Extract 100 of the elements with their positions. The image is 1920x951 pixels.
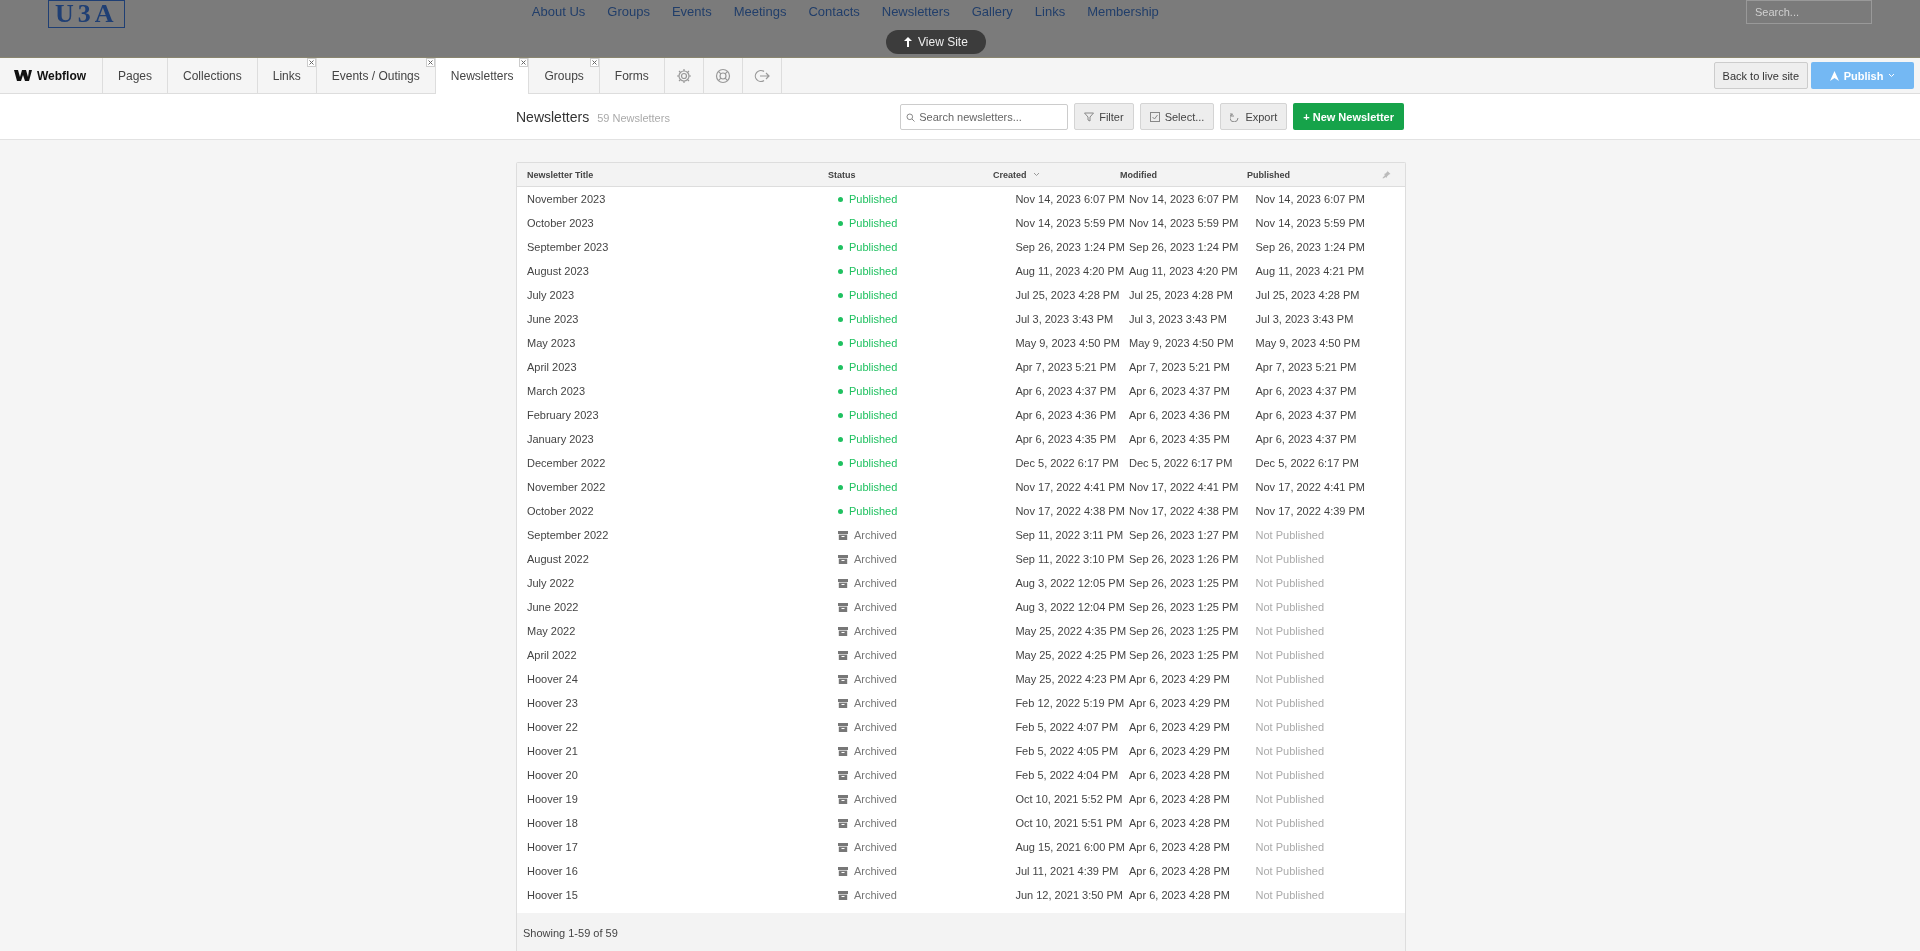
date-cell-text: Apr 6, 2023 4:37 PM: [1255, 433, 1358, 445]
back-to-live-site-button[interactable]: Back to live site: [1713, 62, 1808, 89]
table-row[interactable]: Hoover 16 Archived Jul 11, 2021 4:39 PM Apr 6, 2023 4:28 PM Not Published: [517, 859, 1405, 883]
date-cell-text: May 25, 2022 4:35 PM: [1014, 625, 1128, 637]
table-row[interactable]: May 2022 Archived May 25, 2022 4:35 PM Sep 26, 2023 1:25 PM Not Published: [517, 619, 1405, 643]
editor-tab[interactable]: Links: [257, 58, 317, 93]
search-field[interactable]: Search newsletters...: [900, 103, 1069, 130]
status-label: Published: [848, 433, 898, 445]
close-icon[interactable]: [519, 58, 529, 67]
chevron-down-icon[interactable]: [1032, 172, 1040, 177]
date-cell-text: Jul 3, 2023 3:43 PM: [1129, 313, 1228, 325]
date-cell-text: Apr 6, 2023 4:35 PM: [1014, 433, 1118, 445]
table-row[interactable]: Hoover 18 Archived Oct 10, 2021 5:51 PM Apr 6, 2023 4:28 PM Not Published: [517, 811, 1405, 835]
table-row[interactable]: November 2023 Published Nov 14, 2023 6:07 PM Nov 14, 2023 6:07 PM Nov 14, 2023 6:07 PM: [517, 187, 1405, 211]
table-row[interactable]: Hoover 22 Archived Feb 5, 2022 4:07 PM Apr 6, 2023 4:29 PM Not Published: [517, 715, 1405, 739]
editor-tab[interactable]: Pages: [103, 58, 169, 93]
table-row[interactable]: September 2023 Published Sep 26, 2023 1:24 PM Sep 26, 2023 1:24 PM Sep 26, 2023 1:24 PM: [517, 235, 1405, 259]
editor-tab[interactable]: Forms: [599, 58, 665, 93]
table-row[interactable]: Hoover 21 Archived Feb 5, 2022 4:05 PM Apr 6, 2023 4:29 PM Not Published: [517, 739, 1405, 763]
table-row[interactable]: March 2023 Published Apr 6, 2023 4:37 PM Apr 6, 2023 4:37 PM Apr 6, 2023 4:37 PM: [517, 379, 1405, 403]
table-row[interactable]: September 2022 Archived Sep 11, 2022 3:11 PM Sep 26, 2023 1:27 PM Not Published: [517, 523, 1405, 547]
title-cell-text: February 2023: [526, 409, 600, 421]
checkbox-icon: [1149, 111, 1160, 122]
column-header[interactable]: Modified: [1120, 169, 1157, 180]
table-row[interactable]: Hoover 15 Archived Jun 12, 2021 3:50 PM Apr 6, 2023 4:28 PM Not Published: [517, 883, 1405, 907]
archive-box-icon: [837, 770, 848, 780]
page-title: Newsletters: [516, 108, 590, 125]
table-row[interactable]: Hoover 17 Archived Aug 15, 2021 6:00 PM Apr 6, 2023 4:28 PM Not Published: [517, 835, 1405, 859]
table-row[interactable]: Hoover 20 Archived Feb 5, 2022 4:04 PM Apr 6, 2023 4:28 PM Not Published: [517, 763, 1405, 787]
export-icon: [1230, 111, 1241, 122]
date-cell-text: Apr 6, 2023 4:28 PM: [1129, 841, 1231, 853]
status-label: Archived: [853, 865, 897, 877]
status-label: Published: [848, 241, 898, 253]
close-icon[interactable]: [306, 58, 316, 67]
table-row[interactable]: November 2022 Published Nov 17, 2022 4:41 PM Nov 17, 2022 4:41 PM Nov 17, 2022 4:41 PM: [517, 475, 1405, 499]
pin-icon[interactable]: [1382, 170, 1391, 179]
table-row[interactable]: July 2022 Archived Aug 3, 2022 12:05 PM Sep 26, 2023 1:25 PM Not Published: [517, 571, 1405, 595]
webflow-logo[interactable]: Webflow: [0, 58, 103, 93]
column-header[interactable]: Created: [993, 169, 1027, 180]
date-cell-text: Jul 25, 2023 4:28 PM: [1014, 289, 1121, 301]
settings-icon: [675, 67, 692, 84]
select-button[interactable]: Select...: [1139, 103, 1215, 130]
date-cell-text: Not Published: [1255, 769, 1326, 781]
table-row[interactable]: October 2022 Published Nov 17, 2022 4:38 PM Nov 17, 2022 4:38 PM Nov 17, 2022 4:39 PM: [517, 499, 1405, 523]
date-cell-text: Apr 6, 2023 4:37 PM: [1255, 409, 1358, 421]
column-header[interactable]: Status: [828, 169, 856, 180]
export-button[interactable]: Export: [1220, 103, 1288, 130]
title-cell-text: November 2023: [526, 193, 607, 205]
table-row[interactable]: April 2023 Published Apr 7, 2023 5:21 PM Apr 7, 2023 5:21 PM Apr 7, 2023 5:21 PM: [517, 355, 1405, 379]
status-dot-icon: [837, 436, 843, 442]
title-cell-text: March 2023: [526, 385, 587, 397]
table-row[interactable]: October 2023 Published Nov 14, 2023 5:59 PM Nov 14, 2023 5:59 PM Nov 14, 2023 5:59 PM: [517, 211, 1405, 235]
column-header[interactable]: Published: [1247, 169, 1290, 180]
status-label: Archived: [853, 529, 897, 541]
title-cell-text: October 2022: [526, 505, 595, 517]
table-row[interactable]: April 2022 Archived May 25, 2022 4:25 PM Sep 26, 2023 1:25 PM Not Published: [517, 643, 1405, 667]
table-row[interactable]: Hoover 19 Archived Oct 10, 2021 5:52 PM Apr 6, 2023 4:28 PM Not Published: [517, 787, 1405, 811]
close-icon[interactable]: [589, 58, 599, 67]
date-cell-text: Not Published: [1255, 553, 1326, 565]
table-row[interactable]: August 2023 Published Aug 11, 2023 4:20 PM Aug 11, 2023 4:20 PM Aug 11, 2023 4:21 PM: [517, 259, 1405, 283]
title-cell-text: Hoover 23: [526, 697, 579, 709]
status-dot-icon: [837, 292, 843, 298]
close-icon[interactable]: [425, 58, 435, 67]
search-field[interactable]: Search...: [1746, 0, 1872, 24]
date-cell-text: Not Published: [1255, 625, 1326, 637]
table-row[interactable]: June 2022 Archived Aug 3, 2022 12:04 PM Sep 26, 2023 1:25 PM Not Published: [517, 595, 1405, 619]
editor-tab[interactable]: Groups: [529, 58, 600, 93]
table-row[interactable]: December 2022 Published Dec 5, 2022 6:17 PM Dec 5, 2022 6:17 PM Dec 5, 2022 6:17 PM: [517, 451, 1405, 475]
title-cell-text: June 2023: [526, 313, 580, 325]
title-cell-text: August 2022: [526, 553, 590, 565]
column-header[interactable]: Newsletter Title: [527, 169, 594, 180]
table-row[interactable]: August 2022 Archived Sep 11, 2022 3:10 PM Sep 26, 2023 1:26 PM Not Published: [517, 547, 1405, 571]
table-row[interactable]: June 2023 Published Jul 3, 2023 3:43 PM Jul 3, 2023 3:43 PM Jul 3, 2023 3:43 PM: [517, 307, 1405, 331]
table-row[interactable]: July 2023 Published Jul 25, 2023 4:28 PM Jul 25, 2023 4:28 PM Jul 25, 2023 4:28 PM: [517, 283, 1405, 307]
exit-icon: [753, 67, 770, 84]
table-row[interactable]: January 2023 Published Apr 6, 2023 4:35 PM Apr 6, 2023 4:35 PM Apr 6, 2023 4:37 PM: [517, 427, 1405, 451]
date-cell-text: Nov 17, 2022 4:39 PM: [1255, 505, 1366, 517]
status-dot-icon: [837, 196, 843, 202]
title-cell-text: August 2023: [526, 265, 590, 277]
editor-tab[interactable]: Events / Outings: [316, 58, 436, 93]
date-cell-text: Apr 6, 2023 4:37 PM: [1014, 385, 1118, 397]
table-row[interactable]: Hoover 23 Archived Feb 12, 2022 5:19 PM Apr 6, 2023 4:29 PM Not Published: [517, 691, 1405, 715]
editor-tab[interactable]: Collections: [168, 58, 258, 93]
title-cell-text: January 2023: [526, 433, 595, 445]
title-cell-text: Hoover 19: [526, 793, 579, 805]
editor-tab[interactable]: Newsletters: [435, 58, 530, 94]
date-cell-text: Not Published: [1255, 841, 1326, 853]
date-cell-text: Not Published: [1255, 817, 1326, 829]
view-site-button[interactable]: View Site: [886, 30, 986, 54]
funnel-icon: [1084, 111, 1095, 122]
date-cell-text: Not Published: [1255, 721, 1326, 733]
title-cell-text: Hoover 20: [526, 769, 579, 781]
date-cell-text: Apr 6, 2023 4:28 PM: [1129, 769, 1231, 781]
title-cell-text: December 2022: [526, 457, 607, 469]
filter-button[interactable]: Filter: [1074, 103, 1134, 130]
archive-box-icon: [837, 794, 848, 804]
table-row[interactable]: May 2023 Published May 9, 2023 4:50 PM May 9, 2023 4:50 PM May 9, 2023 4:50 PM: [517, 331, 1405, 355]
date-cell-text: Feb 12, 2022 5:19 PM: [1014, 697, 1126, 709]
table-row[interactable]: Hoover 24 Archived May 25, 2022 4:23 PM Apr 6, 2023 4:29 PM Not Published: [517, 667, 1405, 691]
table-row[interactable]: February 2023 Published Apr 6, 2023 4:36 PM Apr 6, 2023 4:36 PM Apr 6, 2023 4:37 PM: [517, 403, 1405, 427]
